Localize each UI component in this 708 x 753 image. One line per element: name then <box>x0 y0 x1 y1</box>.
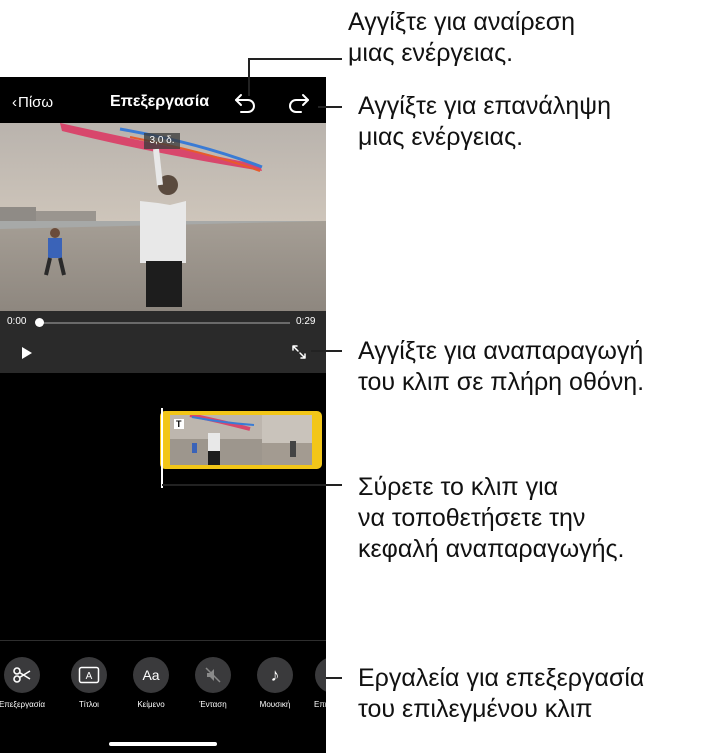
tools-leader <box>326 677 342 679</box>
play-icon <box>22 347 32 359</box>
music-note-icon: ♪ <box>257 657 293 693</box>
player-controls: 0:00 0:29 <box>0 311 326 373</box>
scrubber-knob[interactable] <box>35 318 44 327</box>
redo-callout-line1: Αγγίξτε για επανάληψη <box>358 92 611 120</box>
playhead-callout-line2: να τοποθετήσετε την <box>358 504 586 532</box>
redo-callout: Αγγίξτε για επανάληψη μιας ενέργειας. <box>358 91 611 153</box>
chevron-left-icon: ‹ <box>12 94 17 111</box>
volume-muted-icon <box>195 657 231 693</box>
tool-titles[interactable]: A Τίτλοι <box>56 657 122 709</box>
clip-duration-badge: 3,0 δ. <box>144 133 180 149</box>
tools-callout-line1: Εργαλεία για επεξεργασία <box>358 664 645 692</box>
playhead-callout-line1: Σύρετε το κλιπ για <box>358 473 559 501</box>
undo-button[interactable] <box>232 91 260 115</box>
redo-icon <box>289 94 309 113</box>
tool-more[interactable]: Επι <box>300 657 326 709</box>
text-icon: Aa <box>133 657 169 693</box>
tool-volume[interactable]: Ένταση <box>180 657 246 709</box>
phone-screen: ‹ Πίσω Επεξεργασία 3,0 δ. 0:00 0:29 T Επ… <box>0 77 326 753</box>
redo-callout-line2: μιας ενέργειας. <box>358 123 524 151</box>
current-time: 0:00 <box>7 316 27 327</box>
playhead-leader <box>162 484 342 486</box>
play-button[interactable] <box>21 346 33 365</box>
tool-titles-label: Τίτλοι <box>79 700 99 709</box>
toolbar-divider <box>0 640 326 641</box>
tools-callout-line2: του επιλεγμένου κλιπ <box>358 695 593 723</box>
fullscreen-leader <box>311 350 342 352</box>
playhead[interactable] <box>161 408 163 488</box>
title-marker-icon: T <box>174 419 184 429</box>
tool-more-label: Επι <box>314 700 326 709</box>
redo-button[interactable] <box>284 91 312 115</box>
tool-music-label: Μουσική <box>259 700 291 709</box>
tools-callout: Εργαλεία για επεξεργασία του επιλεγμένου… <box>358 663 644 725</box>
tool-edit[interactable]: Επεξεργασία <box>0 657 55 709</box>
clip-thumbnails <box>170 415 312 465</box>
svg-text:A: A <box>86 671 93 682</box>
undo-icon <box>235 94 255 113</box>
video-frame-image <box>0 123 326 311</box>
clip-thumbnail-image <box>170 415 312 465</box>
timeline-clip[interactable]: T <box>160 411 322 469</box>
titles-icon: A <box>71 657 107 693</box>
home-indicator <box>109 742 217 746</box>
scrubber-track[interactable] <box>40 322 290 324</box>
tool-edit-label: Επεξεργασία <box>0 700 46 709</box>
undo-callout-line2: μιας ενέργειας. <box>348 39 514 67</box>
fullscreen-callout-line1: Αγγίξτε για αναπαραγωγή <box>358 337 644 365</box>
fullscreen-callout-line2: του κλιπ σε πλήρη οθόνη. <box>358 368 645 396</box>
more-tool-icon <box>315 657 326 693</box>
undo-leader-horizontal <box>248 58 342 60</box>
back-label: Πίσω <box>18 94 54 111</box>
back-button[interactable]: ‹ Πίσω <box>12 94 53 111</box>
playhead-callout: Σύρετε το κλιπ για να τοποθετήσετε την κ… <box>358 472 625 565</box>
tool-text-label: Κείμενο <box>137 700 165 709</box>
undo-callout: Αγγίξτε για αναίρεση μιας ενέργειας. <box>348 7 575 69</box>
fullscreen-button[interactable] <box>291 344 307 365</box>
playhead-callout-line3: κεφαλή αναπαραγωγής. <box>358 535 625 563</box>
undo-callout-line1: Αγγίξτε για αναίρεση <box>348 8 576 36</box>
total-time: 0:29 <box>296 316 316 327</box>
page-title: Επεξεργασία <box>110 93 210 110</box>
expand-icon <box>292 345 306 359</box>
undo-leader-vertical <box>248 58 250 96</box>
tool-volume-label: Ένταση <box>199 700 227 709</box>
tool-music[interactable]: ♪ Μουσική <box>242 657 308 709</box>
redo-leader <box>318 106 342 108</box>
video-preview[interactable]: 3,0 δ. <box>0 123 326 311</box>
scissors-icon <box>4 657 40 693</box>
fullscreen-callout: Αγγίξτε για αναπαραγωγή του κλιπ σε πλήρ… <box>358 336 644 398</box>
tool-text[interactable]: Aa Κείμενο <box>118 657 184 709</box>
